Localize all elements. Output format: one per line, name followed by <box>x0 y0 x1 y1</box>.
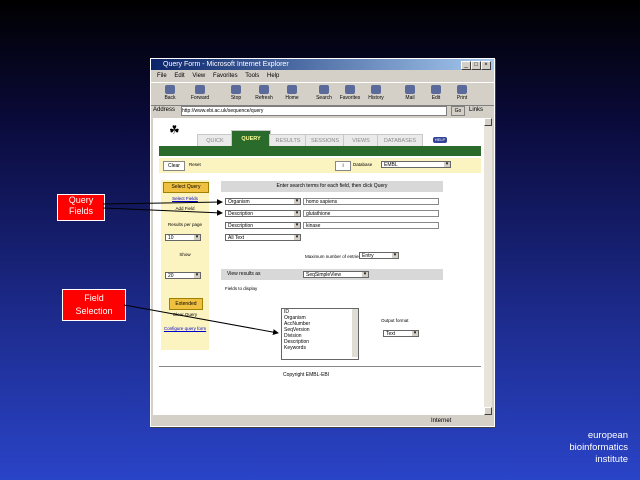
ebi-branding: european bioinformatics institute <box>548 430 628 466</box>
arrow-to-field-list <box>123 304 279 336</box>
arrow-to-field-1 <box>102 199 223 206</box>
brand-line-3: institute <box>595 454 628 465</box>
brand-line-1: european <box>587 430 628 441</box>
brand-line-2: bioinformatics <box>569 442 628 453</box>
arrow-to-field-2 <box>102 207 223 216</box>
callout-arrows <box>102 199 279 336</box>
